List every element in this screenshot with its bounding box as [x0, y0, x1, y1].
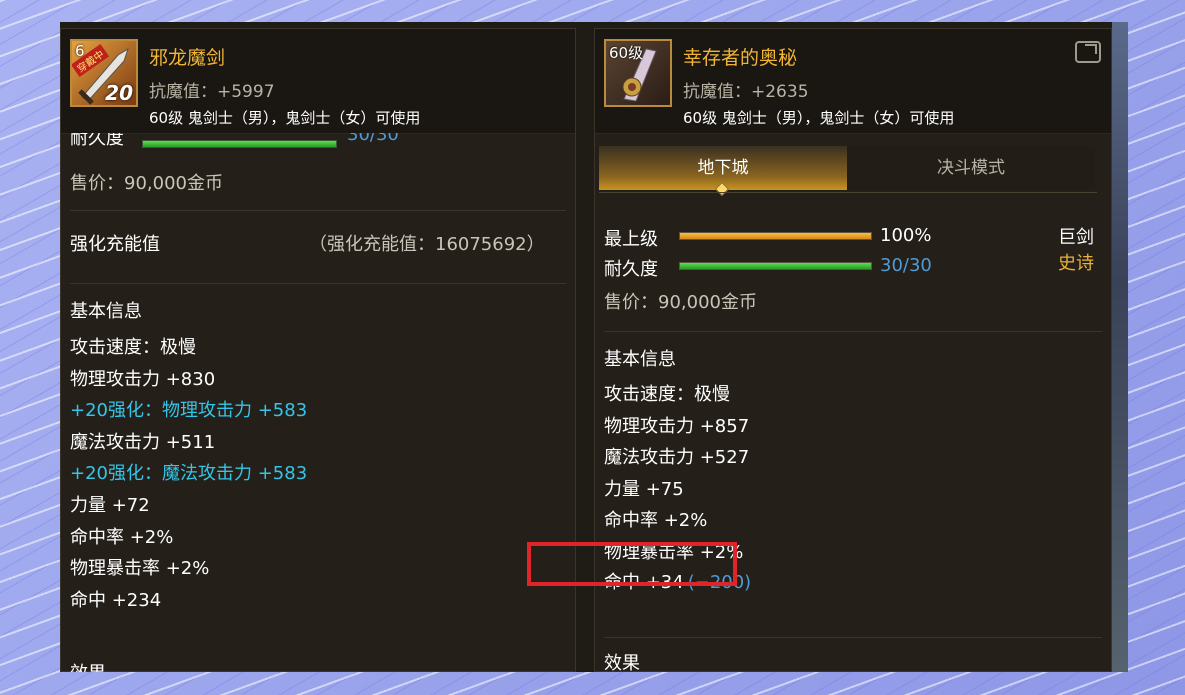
enhance-level-tag: 20 — [105, 81, 133, 105]
grade-label: 最上级 — [604, 229, 658, 250]
share-icon[interactable] — [1075, 41, 1101, 63]
durability-bar-fill — [680, 263, 871, 269]
divider — [604, 331, 1102, 332]
stat-line: 命中 +234 — [70, 589, 162, 611]
divider — [70, 283, 566, 284]
enhance-charge-value: （强化充能值：16075692） — [309, 234, 545, 255]
enhance-charge-label: 强化充能值 — [70, 234, 160, 255]
durability-label: 耐久度 — [70, 133, 124, 149]
usable-classes: 60级 鬼剑士（男），鬼剑士（女）可使用 — [683, 109, 955, 127]
divider — [604, 637, 1102, 638]
item-header-left: 6 穿戴中 20 邪龙魔剑 抗魔值：+5997 60级 鬼剑士（男），鬼剑士（女… — [61, 29, 575, 134]
level-tag: 60级 — [609, 44, 644, 62]
item-header-right: 60级 幸存者的奥秘 抗魔值：+2635 60级 鬼剑士（男），鬼剑士（女）可使… — [595, 29, 1111, 134]
stat-line: 攻击速度：极慢 — [604, 384, 730, 405]
stat-line: 物理攻击力 +830 — [70, 368, 216, 390]
magic-resist: 抗魔值：+2635 — [683, 82, 809, 102]
item-name: 幸存者的奥秘 — [683, 47, 798, 69]
durability-row-left: 耐久度 30/30 — [61, 133, 575, 149]
rarity-label: 史诗 — [1058, 253, 1094, 274]
stat-line: 魔法攻击力 +511 — [70, 431, 216, 453]
divider — [70, 210, 566, 211]
divider — [599, 192, 1097, 193]
stat-line: +20强化：魔法攻击力 +583 — [70, 463, 308, 485]
durability-value: 30/30 — [880, 255, 932, 276]
durability-label: 耐久度 — [604, 259, 658, 280]
weapon-type: 巨剑 — [1058, 227, 1094, 248]
grade-bar-fill — [680, 233, 871, 239]
stat-line: 命中率 +2% — [70, 526, 174, 548]
stat-line: 攻击速度：极慢 — [70, 337, 196, 358]
usable-classes: 60级 鬼剑士（男），鬼剑士（女）可使用 — [149, 109, 421, 127]
stat-line: 力量 +75 — [604, 478, 684, 500]
durability-bar-fill — [143, 141, 336, 147]
stat-line: 物理暴击率 +2% — [70, 558, 210, 580]
stat-line: 力量 +72 — [70, 495, 150, 516]
magic-resist: 抗魔值：+5997 — [149, 82, 275, 102]
durability-value: 30/30 — [347, 133, 399, 145]
grade-bar — [679, 232, 872, 240]
game-background-strip — [1112, 22, 1128, 672]
stat-line: 命中率 +2% — [604, 510, 708, 532]
stat-line: 物理攻击力 +857 — [604, 415, 750, 437]
section-effect: 效果 — [70, 659, 106, 672]
section-basic-info: 基本信息 — [70, 301, 142, 322]
grade-value: 100% — [880, 225, 932, 246]
sell-price: 售价：90,000金币 — [604, 292, 757, 313]
section-effect: 效果 — [604, 653, 640, 672]
weapon-item-icon: 60级 — [604, 39, 672, 107]
item-tooltip-left: 6 穿戴中 20 邪龙魔剑 抗魔值：+5997 60级 鬼剑士（男），鬼剑士（女… — [60, 28, 576, 672]
mode-tabs: 地下城 决斗模式 — [599, 146, 1097, 197]
section-basic-info: 基本信息 — [604, 349, 676, 370]
sword-item-icon: 6 穿戴中 20 — [70, 39, 138, 107]
tab-duel-mode[interactable]: 决斗模式 — [847, 146, 1095, 190]
durability-bar — [142, 140, 337, 148]
durability-bar — [679, 262, 872, 270]
sell-price: 售价：90,000金币 — [70, 173, 223, 194]
stat-line: 魔法攻击力 +527 — [604, 447, 750, 469]
highlight-annotation-box — [527, 542, 737, 586]
item-name: 邪龙魔剑 — [149, 47, 226, 69]
stat-line: +20强化：物理攻击力 +583 — [70, 400, 308, 422]
